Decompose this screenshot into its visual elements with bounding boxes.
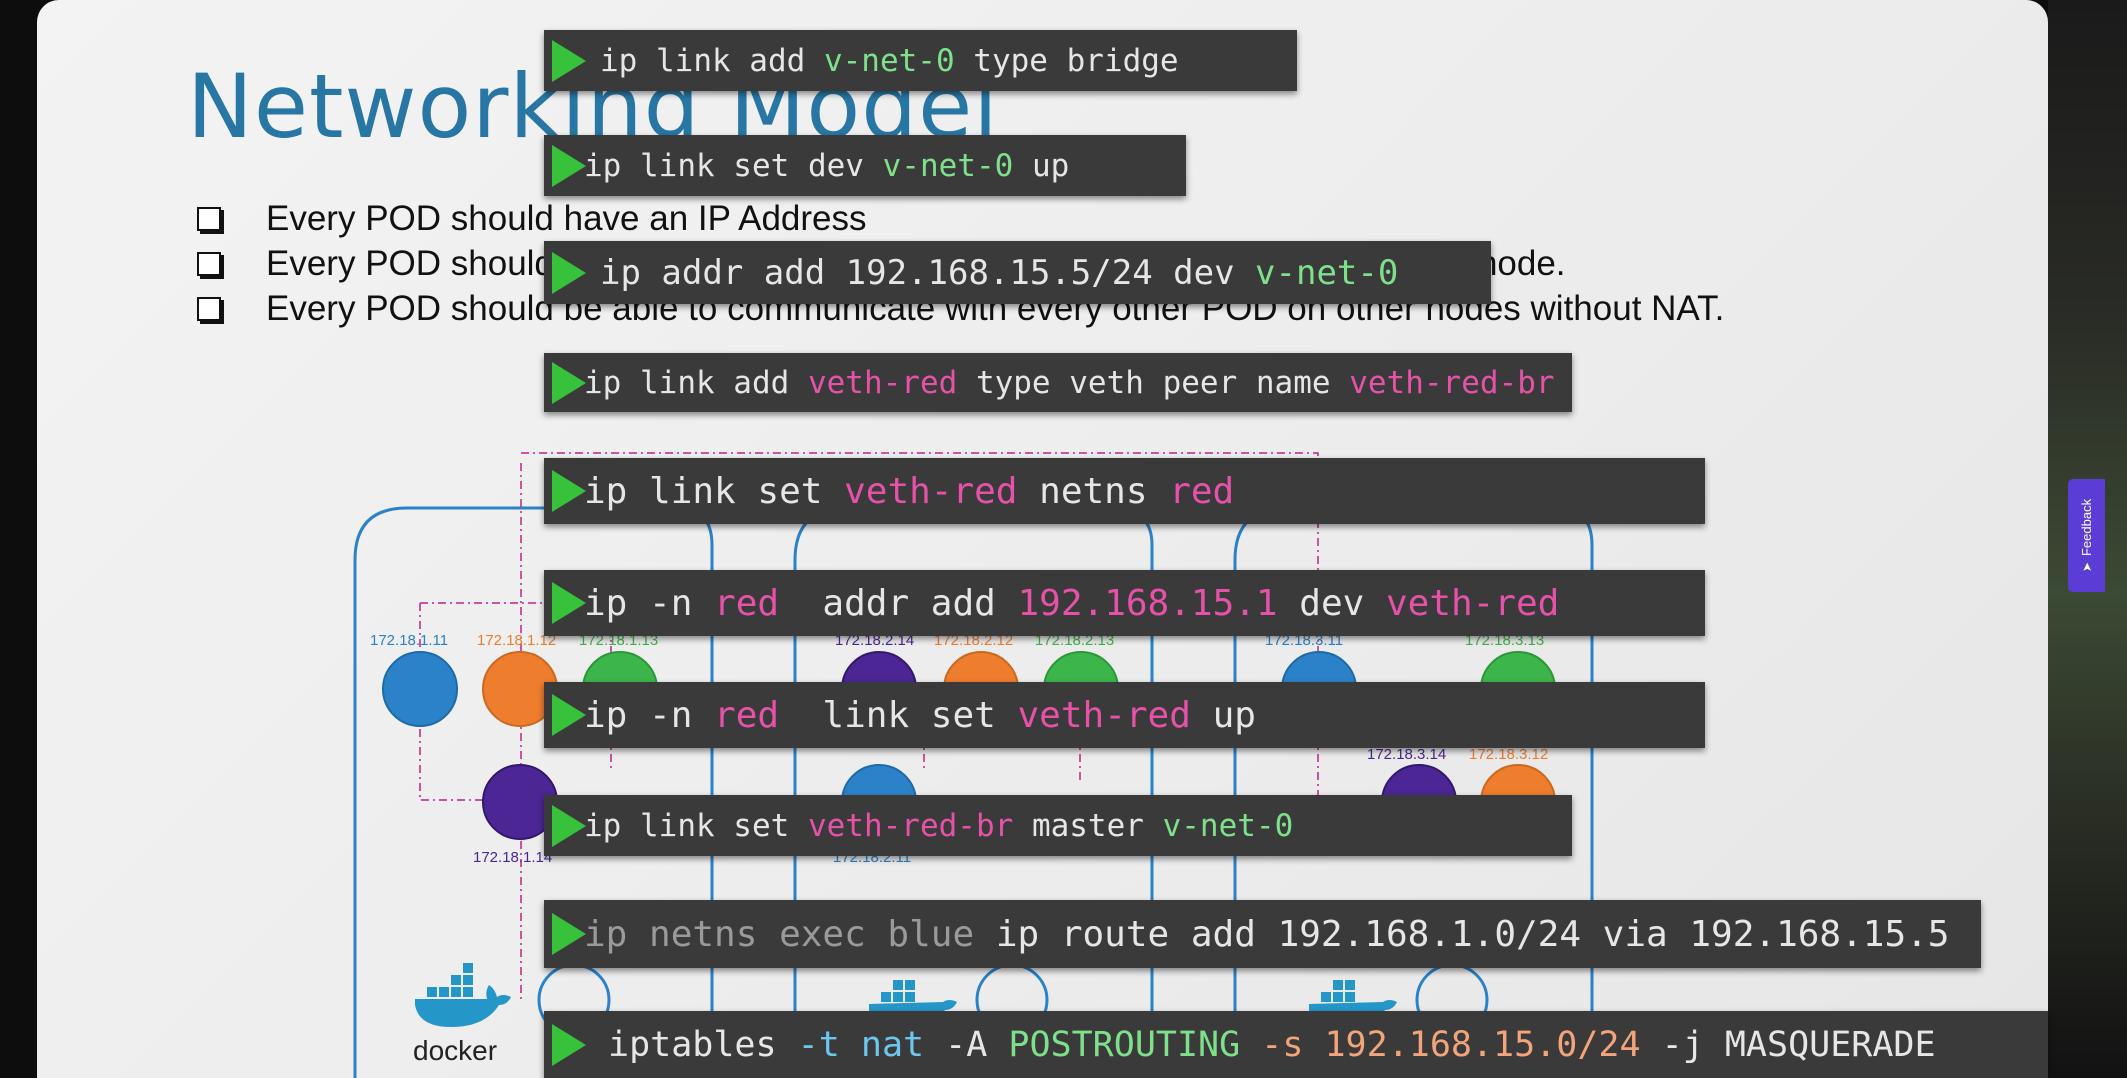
cmd-addr-add-bridge: ip addr add 192.168.15.5/24 dev v-net-0 <box>544 241 1491 304</box>
command-token: red <box>714 582 780 624</box>
pod-circle <box>382 651 458 727</box>
pod-ip-label: 172.18.3.14 <box>1367 746 1446 763</box>
docker-logo-label: docker <box>413 1035 497 1066</box>
command-token: veth-red <box>807 364 958 401</box>
command-token: veth-red-br <box>1349 364 1555 401</box>
play-icon <box>552 144 586 187</box>
command-text: ip netns exec blue ip route add 192.168.… <box>584 914 1949 955</box>
cmd-add-veth: ip link add veth-red type veth peer name… <box>544 353 1572 412</box>
command-token: red <box>1169 470 1235 512</box>
command-text: ip link set dev v-net-0 up <box>584 148 1069 184</box>
command-token: type bridge <box>954 42 1179 79</box>
command-text: iptables -t nat -A POSTROUTING -s 192.16… <box>608 1025 1936 1065</box>
command-token: netns <box>1017 470 1170 512</box>
command-token: addr add <box>779 582 1018 624</box>
command-token: POSTROUTING <box>1008 1024 1241 1065</box>
command-token: ip addr add 192.168.15.5/24 dev <box>600 252 1256 293</box>
play-icon <box>552 361 586 404</box>
command-token: red <box>714 694 780 736</box>
command-token: ip link add <box>600 42 824 79</box>
command-token: up <box>1190 694 1256 736</box>
command-token: 192.168.15.1 <box>1017 582 1278 624</box>
pod-ip-label: 172.18.1.14 <box>473 849 552 866</box>
command-token: master <box>1013 807 1163 844</box>
command-token: ip link set <box>584 807 808 844</box>
play-icon <box>552 251 586 294</box>
command-token: veth-red <box>844 470 1018 512</box>
cmd-add-bridge: ip link add v-net-0 type bridge <box>544 30 1297 91</box>
command-token: ip link add <box>584 364 808 401</box>
command-text: ip -n red link set veth-red up <box>584 695 1256 736</box>
command-text: ip link add v-net-0 type bridge <box>600 43 1179 79</box>
command-token: -t nat <box>797 1024 925 1065</box>
command-token: link set <box>779 694 1018 736</box>
command-token: v-net-0 <box>1162 807 1294 844</box>
arrow-icon: ➤ <box>2079 562 2094 573</box>
command-token: ip link set dev <box>584 147 883 184</box>
command-token: -j MASQUERADE <box>1640 1024 1936 1065</box>
play-icon <box>552 39 586 82</box>
command-token: veth-red <box>1017 694 1191 736</box>
command-text: ip link set veth-red-br master v-net-0 <box>584 808 1293 844</box>
play-icon <box>552 582 586 624</box>
cmd-set-netns: ip link set veth-red netns red <box>544 458 1705 524</box>
feedback-button[interactable]: ➤ Feedback <box>2068 479 2105 592</box>
cmd-route-add: ip netns exec blue ip route add 192.168.… <box>544 900 1981 968</box>
cmd-set-bridge-up: ip link set dev v-net-0 up <box>544 135 1186 196</box>
command-token: v-net-0 <box>882 147 1014 184</box>
command-text: ip -n red addr add 192.168.15.1 dev veth… <box>584 583 1559 624</box>
command-token: 192.168.15.0/24 <box>1324 1024 1641 1065</box>
play-icon <box>552 804 586 847</box>
command-token: -s <box>1240 1024 1325 1065</box>
command-text: ip link set veth-red netns red <box>584 471 1234 512</box>
command-token: ip netns exec blue <box>584 913 975 955</box>
feedback-label: Feedback <box>2079 498 2094 557</box>
play-icon <box>552 1023 586 1066</box>
command-token: ip -n <box>584 694 715 736</box>
cmd-set-master: ip link set veth-red-br master v-net-0 <box>544 795 1572 856</box>
command-token: -A <box>924 1024 1009 1065</box>
command-token: dev <box>1277 582 1386 624</box>
pod-ip-label: 172.18.3.12 <box>1469 746 1548 763</box>
play-icon <box>552 913 586 955</box>
play-icon <box>552 694 586 736</box>
pod-ip-label: 172.18.1.11 <box>370 632 448 649</box>
command-token: iptables <box>608 1024 798 1065</box>
command-token: veth-red <box>1385 582 1560 624</box>
command-text: ip link add veth-red type veth peer name… <box>584 365 1555 401</box>
command-token: veth-red-br <box>807 807 1014 844</box>
command-token: type veth peer name <box>957 364 1350 401</box>
cmd-iptables: iptables -t nat -A POSTROUTING -s 192.16… <box>544 1011 2048 1078</box>
command-text: ip addr add 192.168.15.5/24 dev v-net-0 <box>600 253 1398 293</box>
command-token: ip link set <box>584 470 845 512</box>
command-token: v-net-0 <box>823 42 955 79</box>
command-token: ip -n <box>584 582 715 624</box>
command-token: v-net-0 <box>1255 252 1399 293</box>
command-token: up <box>1013 147 1070 184</box>
cmd-ns-addr-add: ip -n red addr add 192.168.15.1 dev veth… <box>544 570 1705 636</box>
cmd-ns-link-up: ip -n red link set veth-red up <box>544 682 1705 748</box>
docker-logo-icon <box>415 963 511 1027</box>
command-token: ip route add 192.168.1.0/24 via 192.168.… <box>974 913 1950 955</box>
play-icon <box>552 470 586 512</box>
